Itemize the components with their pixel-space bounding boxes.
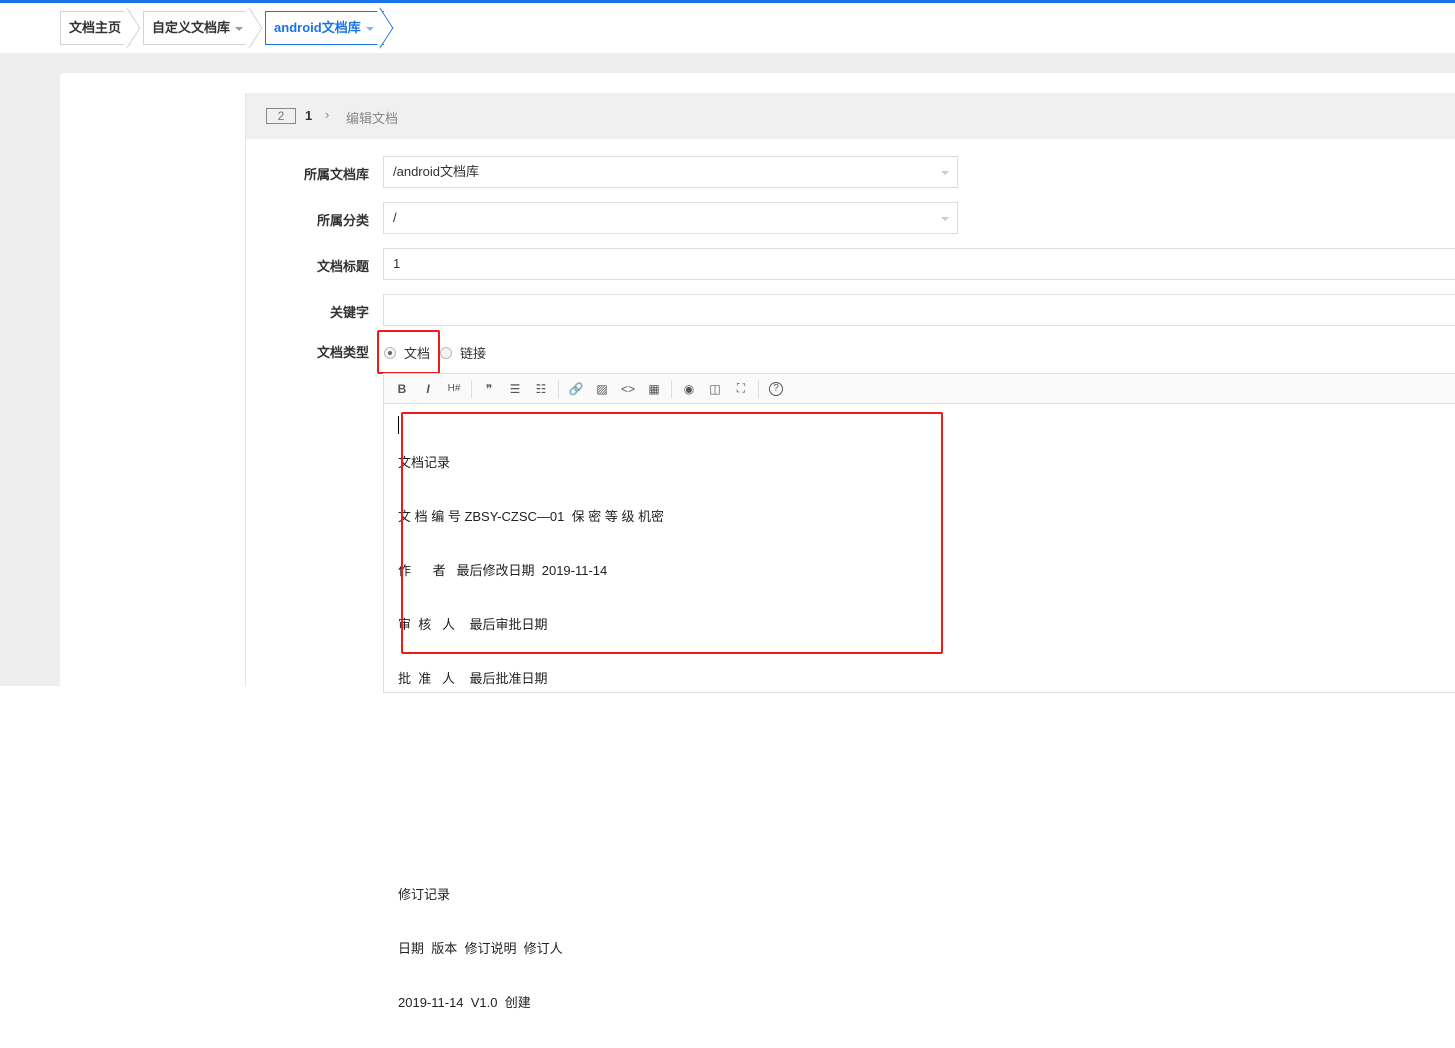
editor-toolbar: B I H# ❞ ☰ ☷ 🔗 ▨ <> ▦ ◉ ◫ ⛶ ? [384,374,1455,404]
breadcrumb-home[interactable]: 文档主页 [60,11,132,45]
keywords-label: 关键字 [329,305,369,320]
table-icon[interactable]: ▦ [641,382,667,396]
content-line: 批 准 人 最后批准日期 [398,671,548,686]
radio-unchecked-icon [440,346,452,359]
title-input[interactable]: 1 [383,248,1455,280]
unordered-list-icon[interactable]: ☰ [502,382,528,396]
caret-down-icon [235,26,244,31]
divider [471,379,472,398]
content-line: 日期 版本 修订说明 修订人 [398,941,563,956]
title-label: 文档标题 [316,259,369,274]
highlight-box-type [377,330,440,374]
type-label: 文档类型 [316,345,369,360]
image-icon[interactable]: ▨ [589,382,615,396]
panel-title: 编辑文档 [346,111,399,126]
category-select[interactable]: / [383,202,958,234]
help-icon[interactable]: ? [769,381,783,396]
breadcrumb-label: 文档主页 [69,20,122,35]
divider [758,379,759,398]
panel-header [245,93,1455,139]
count-badge: 2 [266,108,296,124]
breadcrumb-label: android文档库 [274,20,361,35]
breadcrumb: 文档主页 自定义文档库 android文档库 [60,11,392,45]
code-icon[interactable]: <> [615,382,641,396]
highlight-box-content [401,412,943,654]
breadcrumb-custom-library[interactable]: 自定义文档库 [143,11,254,45]
radio-label: 链接 [460,346,487,361]
ordered-list-icon[interactable]: ☷ [528,382,554,396]
breadcrumb-label: 自定义文档库 [152,20,231,35]
heading-icon[interactable]: H# [441,383,467,394]
fullscreen-icon[interactable]: ⛶ [728,381,754,396]
keywords-input[interactable] [383,294,1455,326]
divider [558,379,559,398]
bold-icon[interactable]: B [389,382,415,396]
content-line: 修订记录 [398,887,451,902]
top-accent-bar [0,0,1455,3]
divider [671,379,672,398]
preview-icon[interactable]: ◉ [676,382,702,396]
side-by-side-icon[interactable]: ◫ [702,382,728,396]
caret-down-icon [365,26,374,31]
library-select[interactable]: /android文档库 [383,156,958,188]
chevron-right-icon: › [325,107,330,122]
library-label: 所属文档库 [303,167,369,182]
italic-icon[interactable]: I [415,382,441,396]
quote-icon[interactable]: ❞ [476,382,502,396]
content-line: 2019-11-14 V1.0 创建 [398,995,531,1010]
doc-number: 1 [305,108,313,123]
breadcrumb-android-library[interactable]: android文档库 [265,11,384,45]
radio-link[interactable]: 链接 [440,343,486,362]
category-label: 所属分类 [316,213,369,228]
link-icon[interactable]: 🔗 [563,382,589,396]
